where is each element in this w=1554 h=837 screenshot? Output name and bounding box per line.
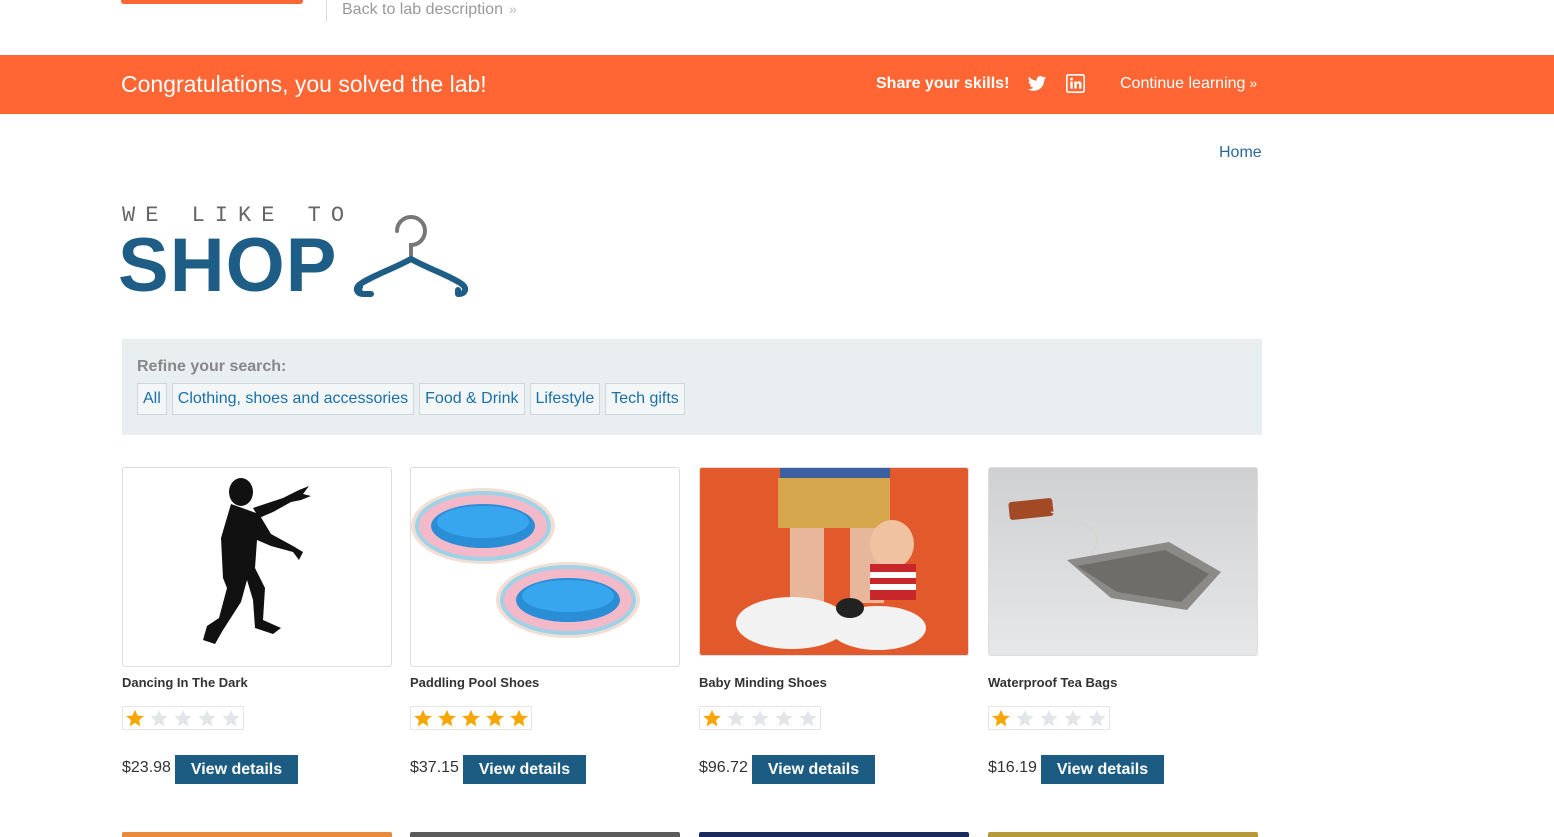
rating-stars: [988, 706, 1110, 730]
back-to-lab-link[interactable]: Back to lab description »: [342, 0, 517, 19]
product-price: $23.98: [122, 759, 171, 776]
view-details-button[interactable]: View details: [1041, 755, 1164, 784]
star-empty-icon: [1061, 707, 1085, 729]
star-filled-icon: [483, 707, 507, 729]
next-product-card-peek: [122, 832, 392, 837]
chevron-right-icon: »: [1249, 75, 1258, 91]
shop-wordmark: SHOP: [118, 223, 338, 308]
rating-stars: [699, 706, 821, 730]
category-tech-gifts[interactable]: Tech gifts: [605, 383, 685, 415]
product-name: Waterproof Tea Bags: [988, 675, 1118, 690]
category-filters: All Clothing, shoes and accessories Food…: [137, 383, 685, 415]
category-food-drink[interactable]: Food & Drink: [419, 383, 525, 415]
hanger-icon: [353, 215, 469, 297]
linkedin-icon[interactable]: [1066, 74, 1085, 93]
product-image: [122, 467, 392, 667]
star-empty-icon: [796, 707, 820, 729]
back-link-label: Back to lab description: [342, 1, 503, 18]
product-name: Dancing In The Dark: [122, 675, 248, 690]
continue-learning-label: Continue learning: [1120, 75, 1246, 92]
product-name: Baby Minding Shoes: [699, 675, 827, 690]
star-empty-icon: [1013, 707, 1037, 729]
view-details-button[interactable]: View details: [175, 755, 298, 784]
product-image: [988, 467, 1258, 656]
product-name: Paddling Pool Shoes: [410, 675, 540, 690]
product-price: $37.15: [410, 759, 459, 776]
product-price: $16.19: [988, 759, 1037, 776]
continue-learning-link[interactable]: Continue learning»: [1120, 74, 1257, 93]
chevron-right-icon: »: [508, 1, 517, 17]
star-empty-icon: [195, 707, 219, 729]
rating-stars: [122, 706, 244, 730]
baby-minding-shoes-image: [700, 468, 968, 655]
view-details-button[interactable]: View details: [752, 755, 875, 784]
star-filled-icon: [507, 707, 531, 729]
star-empty-icon: [724, 707, 748, 729]
refine-search-panel: Refine your search: All Clothing, shoes …: [122, 339, 1262, 435]
view-details-button[interactable]: View details: [463, 755, 586, 784]
header-divider: [326, 0, 327, 22]
next-product-card-peek: [410, 832, 680, 837]
category-lifestyle[interactable]: Lifestyle: [529, 383, 601, 415]
star-filled-icon: [123, 707, 147, 729]
star-empty-icon: [219, 707, 243, 729]
tea-bag-image: [989, 468, 1257, 655]
refine-search-label: Refine your search:: [137, 358, 287, 375]
category-all[interactable]: All: [137, 383, 167, 415]
product-price: $96.72: [699, 759, 748, 776]
twitter-icon[interactable]: [1027, 74, 1047, 94]
product-image: [410, 467, 680, 667]
dancer-silhouette-image: [203, 478, 311, 644]
product-image: [699, 467, 969, 656]
next-product-card-peek: [988, 832, 1258, 837]
star-filled-icon: [411, 707, 435, 729]
rating-stars: [410, 706, 532, 730]
star-empty-icon: [748, 707, 772, 729]
home-link[interactable]: Home: [1219, 144, 1262, 162]
star-empty-icon: [1037, 707, 1061, 729]
share-label: Share your skills!: [876, 75, 1010, 92]
next-product-card-peek: [699, 832, 969, 837]
congrats-message: Congratulations, you solved the lab!: [121, 71, 487, 97]
star-empty-icon: [772, 707, 796, 729]
top-header: Back to lab description »: [0, 0, 1554, 55]
solved-banner: Congratulations, you solved the lab! Sha…: [0, 55, 1554, 114]
star-filled-icon: [435, 707, 459, 729]
star-empty-icon: [1085, 707, 1109, 729]
star-empty-icon: [147, 707, 171, 729]
star-filled-icon: [700, 707, 724, 729]
star-filled-icon: [459, 707, 483, 729]
paddling-pool-image: [411, 488, 640, 638]
lab-logo: [121, 0, 303, 4]
category-clothing[interactable]: Clothing, shoes and accessories: [171, 383, 415, 415]
star-empty-icon: [171, 707, 195, 729]
star-filled-icon: [989, 707, 1013, 729]
